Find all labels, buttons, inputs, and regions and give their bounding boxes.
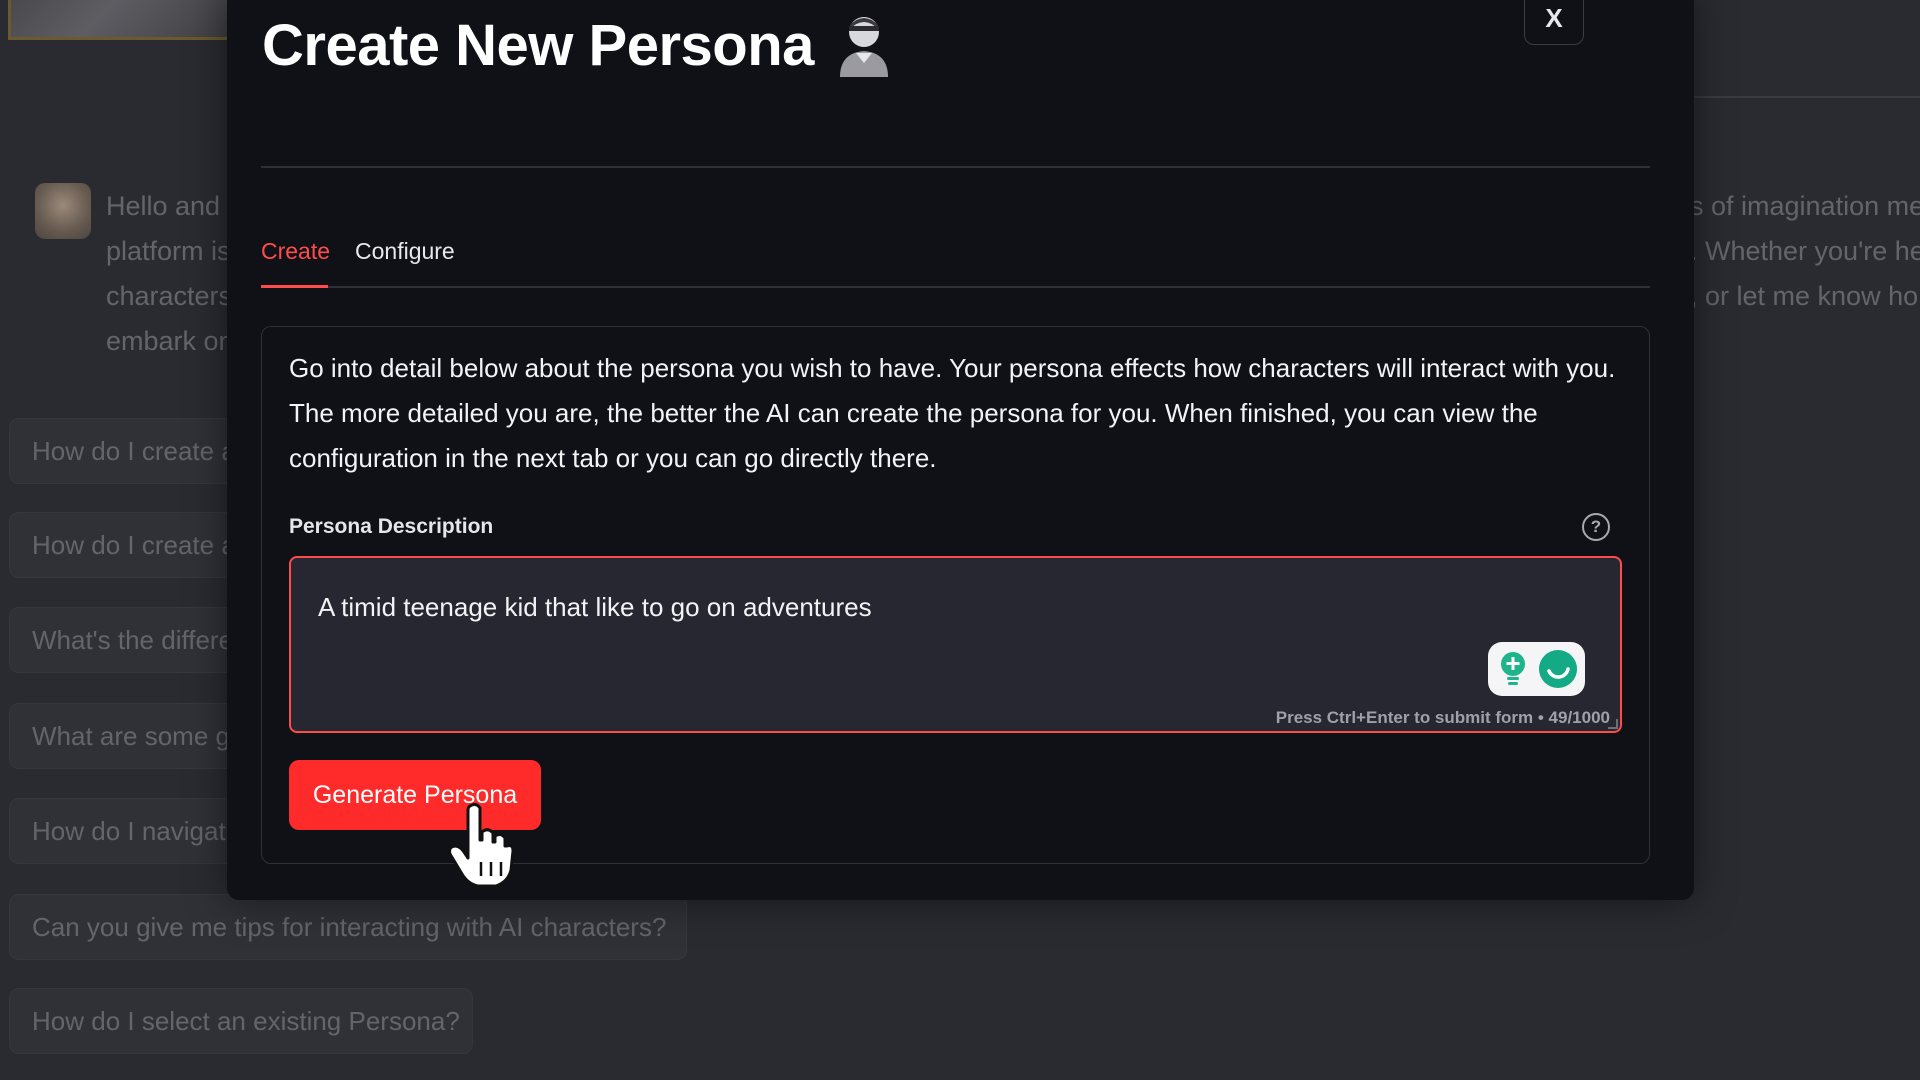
title-divider — [261, 166, 1650, 168]
message-line: Hello and — [106, 191, 221, 221]
dialog-title-text: Create New Persona — [262, 13, 814, 78]
close-button[interactable]: X — [1524, 0, 1584, 45]
suggestion-button[interactable]: What's the differe — [9, 607, 249, 673]
suggestion-button[interactable]: How do I navigat — [9, 798, 249, 864]
dialog-title: Create New Persona — [262, 12, 892, 79]
writing-assistant-widget[interactable] — [1488, 642, 1585, 696]
help-icon[interactable]: ? — [1582, 513, 1610, 541]
suggestion-button[interactable]: How do I create a — [9, 512, 249, 578]
tab-bar: Create Configure — [261, 224, 1650, 288]
message-line: s of imagination me — [1690, 191, 1920, 221]
lightbulb-icon — [1501, 652, 1525, 685]
suggestion-button[interactable]: How do I select an existing Persona? — [9, 988, 473, 1054]
suggestion-button[interactable]: Can you give me tips for interacting wit… — [9, 894, 687, 960]
persona-description-input[interactable]: A timid teenage kid that like to go on a… — [289, 556, 1622, 733]
assistant-message-left: Hello and platform is characters embark … — [106, 184, 236, 364]
persona-description-value: A timid teenage kid that like to go on a… — [318, 592, 872, 622]
assistant-message-right: s of imagination me . Whether you're he … — [1690, 184, 1920, 319]
person-icon — [839, 16, 888, 77]
persona-form: Go into detail below about the persona y… — [261, 326, 1650, 864]
message-line: embark on — [106, 326, 234, 356]
tab-create[interactable]: Create — [261, 238, 330, 265]
create-persona-dialog: Create New Persona X Create Configure Go… — [227, 0, 1694, 900]
suggestion-button[interactable]: What are some g — [9, 703, 249, 769]
hand-cursor-icon — [448, 802, 514, 888]
grammar-logo-icon — [1539, 650, 1577, 688]
persona-description-label: Persona Description — [289, 515, 494, 538]
tab-configure[interactable]: Configure — [355, 238, 455, 265]
message-line: characters — [106, 281, 233, 311]
header-thumbnail — [8, 0, 238, 40]
message-line: , or let me know ho — [1690, 281, 1919, 311]
form-instructions: Go into detail below about the persona y… — [289, 353, 1616, 473]
message-line: platform is — [106, 236, 231, 266]
resize-handle[interactable] — [1608, 719, 1618, 729]
tab-bar-divider — [261, 286, 1650, 288]
submit-hint: Press Ctrl+Enter to submit form • 49/100… — [1275, 708, 1610, 727]
assistant-avatar — [35, 183, 91, 239]
active-tab-indicator — [261, 285, 328, 288]
header-divider — [1690, 96, 1920, 98]
suggestion-button[interactable]: How do I create a — [9, 418, 249, 484]
message-line: . Whether you're he — [1690, 236, 1920, 266]
